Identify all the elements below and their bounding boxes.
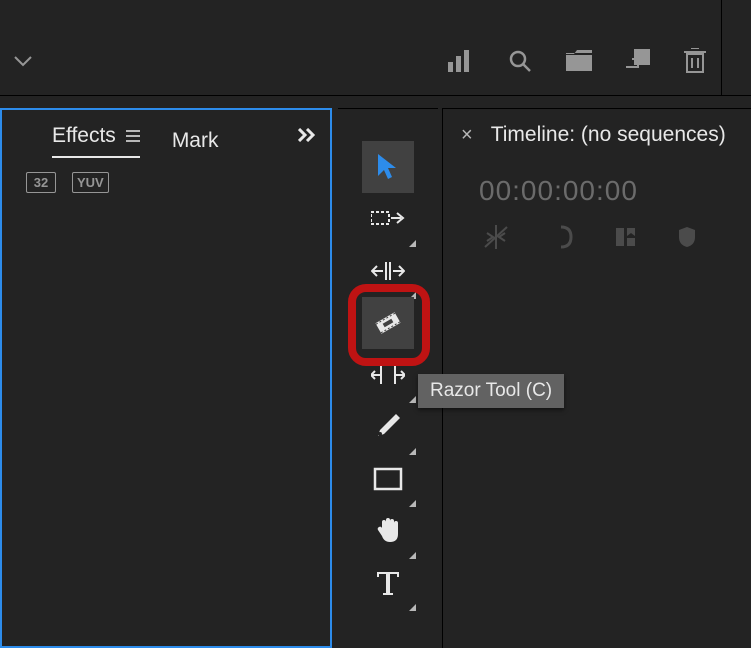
razor-tool[interactable] bbox=[362, 297, 414, 349]
effects-panel: Effects Mark 32 YUV bbox=[0, 108, 332, 648]
rectangle-tool[interactable] bbox=[362, 453, 414, 505]
slip-tool[interactable] bbox=[362, 349, 414, 401]
shield-icon[interactable] bbox=[677, 225, 697, 249]
overflow-icon[interactable] bbox=[298, 128, 318, 142]
tab-markers-label: Mark bbox=[172, 129, 219, 153]
right-panel-stub bbox=[721, 0, 751, 96]
search-icon[interactable] bbox=[508, 49, 532, 73]
tab-markers[interactable]: Mark bbox=[172, 129, 219, 153]
marker-icon[interactable] bbox=[613, 225, 637, 249]
badge-32bit[interactable]: 32 bbox=[26, 172, 56, 193]
close-icon[interactable]: × bbox=[461, 124, 473, 147]
top-toolbar bbox=[0, 0, 751, 96]
trash-icon[interactable] bbox=[684, 48, 706, 74]
folder-icon[interactable] bbox=[566, 50, 592, 72]
track-select-tool[interactable] bbox=[362, 193, 414, 245]
type-tool[interactable] bbox=[362, 557, 414, 609]
new-item-icon[interactable] bbox=[626, 49, 650, 73]
snap-icon[interactable] bbox=[483, 225, 509, 249]
flyout-indicator bbox=[409, 604, 416, 611]
timecode[interactable]: 00:00:00:00 bbox=[443, 161, 751, 207]
hand-tool[interactable] bbox=[362, 505, 414, 557]
bars-icon[interactable] bbox=[448, 50, 474, 72]
linked-selection-icon[interactable] bbox=[549, 225, 573, 249]
selection-tool[interactable] bbox=[362, 141, 414, 193]
ripple-edit-tool[interactable] bbox=[362, 245, 414, 297]
badge-yuv[interactable]: YUV bbox=[72, 172, 109, 193]
dropdown-arrow-icon[interactable] bbox=[14, 55, 32, 67]
tab-effects-label: Effects bbox=[52, 124, 116, 148]
tab-effects[interactable]: Effects bbox=[52, 124, 140, 158]
panel-menu-icon[interactable] bbox=[126, 130, 140, 142]
timeline-title: Timeline: (no sequences) bbox=[491, 123, 726, 147]
tooltip-text: Razor Tool (C) bbox=[430, 380, 552, 401]
tooltip: Razor Tool (C) bbox=[418, 374, 564, 408]
pen-tool[interactable] bbox=[362, 401, 414, 453]
